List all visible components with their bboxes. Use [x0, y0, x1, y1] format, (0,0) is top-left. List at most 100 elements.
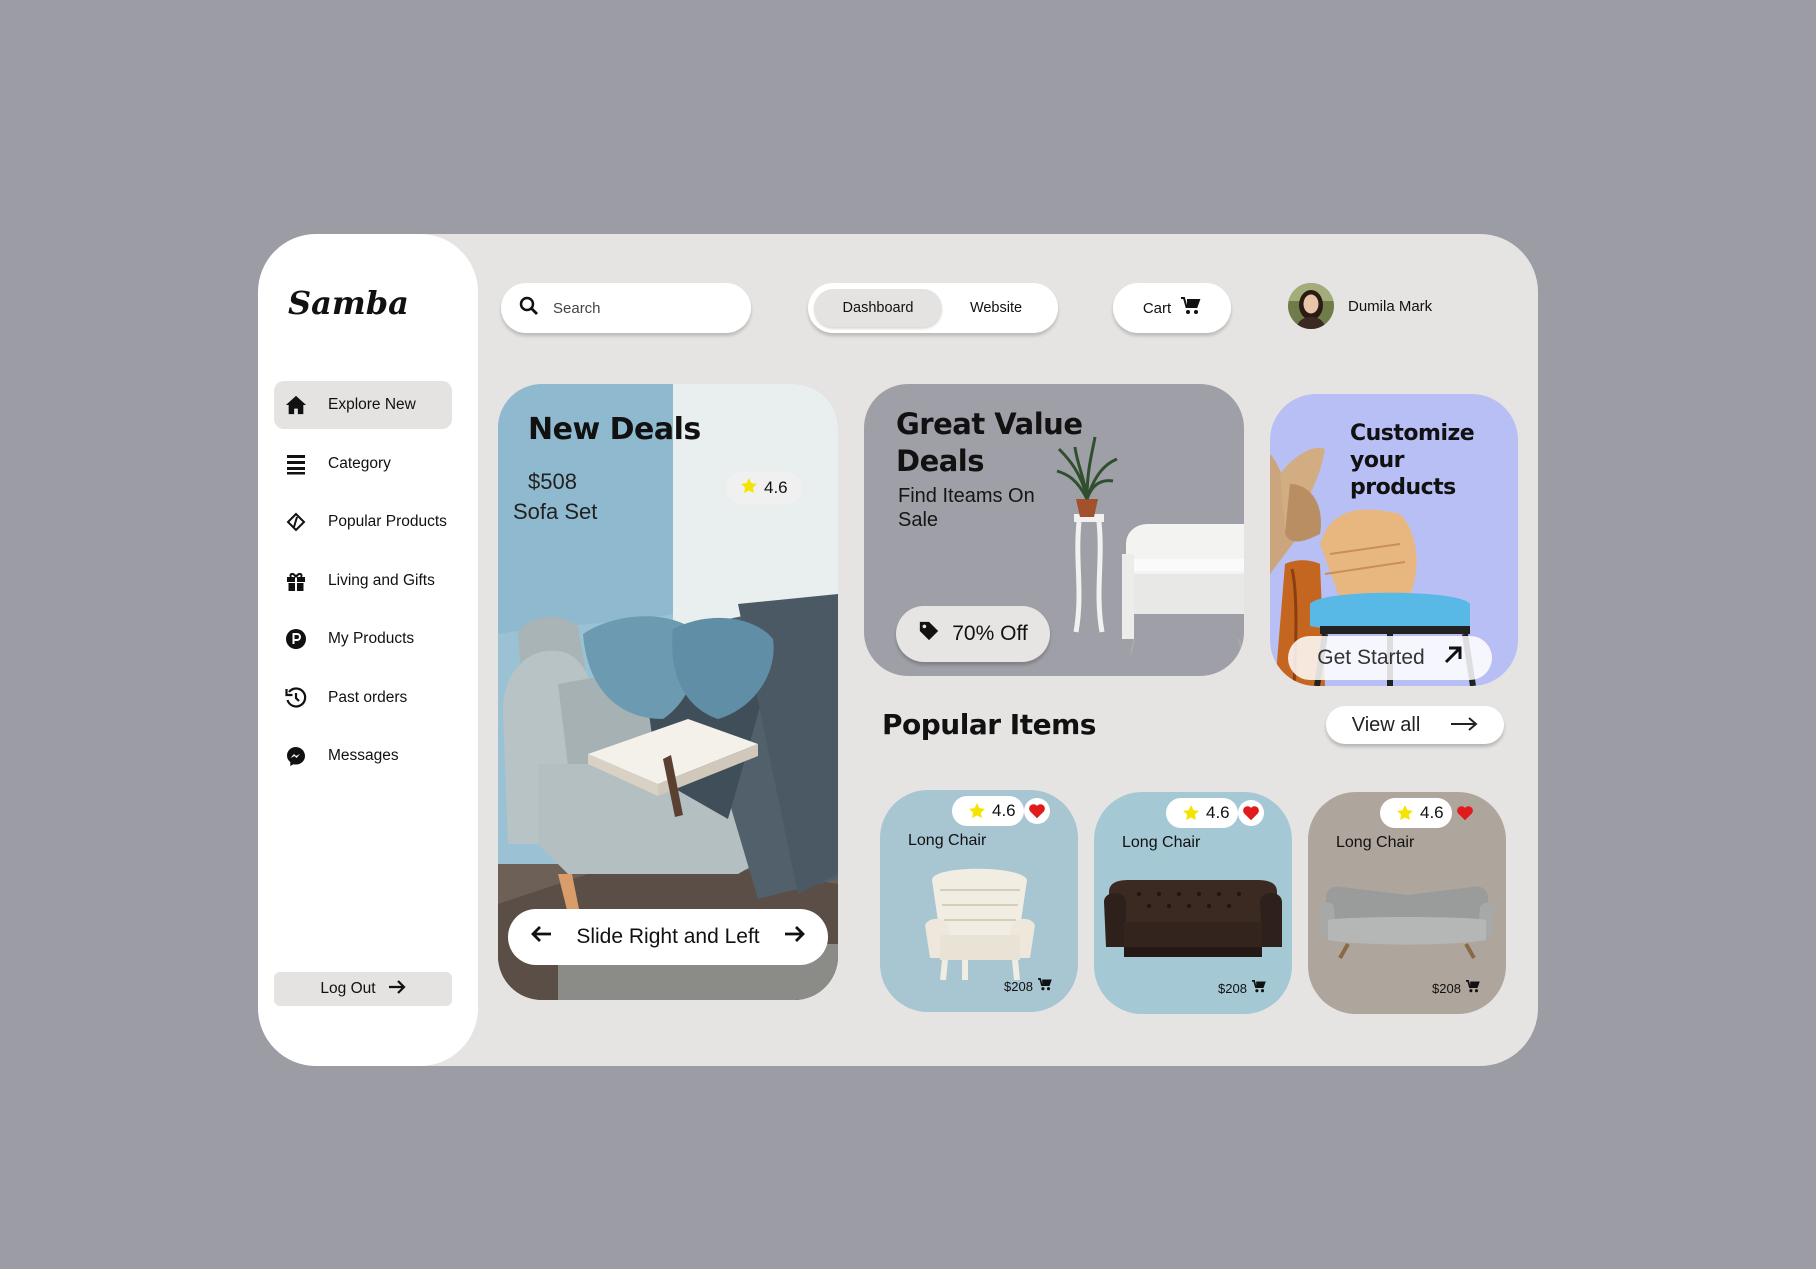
product-price: $208 — [1432, 980, 1480, 996]
cart-icon[interactable] — [1037, 978, 1052, 994]
deal-subtitle-line1: Find Iteams On — [898, 485, 1035, 507]
sidebar-item-label: Messages — [328, 747, 399, 764]
price-value: $208 — [1218, 980, 1247, 996]
home-icon — [284, 393, 308, 417]
slider-control[interactable]: Slide Right and Left — [508, 909, 828, 965]
popular-items-title: Popular Items — [882, 708, 1096, 741]
list-icon — [284, 452, 308, 476]
arrow-up-right-icon — [1443, 645, 1463, 671]
sidebar-item-label: Living and Gifts — [328, 571, 435, 589]
discount-label: 70% Off — [952, 622, 1028, 645]
arrow-left-icon[interactable] — [530, 925, 552, 949]
customize-line1: Customize — [1350, 421, 1475, 446]
view-all-label: View all — [1351, 713, 1421, 736]
user-profile[interactable]: Dumila Mark — [1288, 283, 1432, 329]
customize-card[interactable]: Customize your products Get Started — [1270, 394, 1518, 686]
customize-title: Customize your products — [1350, 420, 1475, 501]
rating-value: 4.6 — [1206, 803, 1230, 822]
sidebar-item-living-and-gifts[interactable]: Living and Gifts — [274, 557, 452, 605]
cart-icon[interactable] — [1251, 980, 1266, 996]
product-card[interactable]: 4.6 Long Chair $208 — [1308, 792, 1506, 1014]
rating-badge: 4.6 — [1380, 798, 1452, 828]
customize-line3: products — [1350, 475, 1456, 500]
chesterfield-sofa-image — [1104, 880, 1282, 957]
sidebar-item-label: Past orders — [328, 688, 408, 706]
rating-badge: 4.6 — [1166, 798, 1238, 828]
product-price: $208 — [1218, 980, 1266, 996]
diamond-code-icon — [284, 510, 308, 534]
logout-label: Log Out — [320, 980, 376, 997]
deal-subtitle-line2: Sale — [898, 509, 939, 531]
p-circle-icon — [284, 627, 308, 651]
arrow-right-icon — [1450, 714, 1478, 737]
product-price: $208 — [1004, 978, 1052, 994]
deal-title-line1: Great Value — [896, 407, 1083, 441]
cart-icon[interactable] — [1465, 980, 1480, 996]
price-value: $208 — [1004, 978, 1033, 994]
logout-button[interactable]: Log Out — [274, 972, 452, 1006]
search-input[interactable] — [551, 298, 735, 318]
tab-dashboard[interactable]: Dashboard — [814, 289, 942, 327]
product-name: Long Chair — [1122, 834, 1201, 851]
product-name: Long Chair — [1336, 834, 1415, 851]
view-all-button[interactable]: View all — [1326, 706, 1504, 744]
gift-icon — [284, 569, 308, 593]
modern-sofa-image — [1320, 886, 1494, 959]
sidebar-item-label: Category — [328, 454, 391, 472]
product-card[interactable]: 4.6 Long Chair $208 — [880, 790, 1078, 1012]
sidebar-item-popular-products[interactable]: Popular Products — [274, 498, 452, 546]
discount-button[interactable]: 70% Off — [896, 606, 1050, 662]
tag-icon — [918, 620, 940, 648]
search-bar[interactable] — [501, 283, 751, 333]
star-icon — [740, 477, 758, 500]
new-deals-card[interactable]: New Deals $508 Sofa Set 4.6 Slide Right … — [498, 384, 838, 1000]
sidebar-item-label: My Products — [328, 630, 415, 647]
app-window: Samba Explore New Category Popular Produ… — [258, 234, 1538, 1066]
rating-value: 4.6 — [1420, 803, 1444, 822]
avatar[interactable] — [1288, 283, 1334, 329]
price-value: $208 — [1432, 980, 1461, 996]
hero-title: New Deals — [528, 412, 701, 447]
sidebar-item-label: Popular Products — [328, 513, 447, 530]
customize-line2: your — [1350, 448, 1404, 473]
rating-badge: 4.6 — [952, 796, 1024, 826]
cart-label: Cart — [1142, 299, 1172, 317]
sidebar-item-messages[interactable]: Messages — [274, 732, 452, 780]
history-icon — [284, 686, 308, 710]
product-name: Long Chair — [908, 832, 987, 849]
hero-product-name: Sofa Set — [513, 499, 598, 524]
great-value-deals-card[interactable]: Great Value Deals Find Iteams On Sale 70… — [864, 384, 1244, 676]
cart-button[interactable]: Cart — [1113, 283, 1231, 333]
product-card[interactable]: 4.6 Long Chair $208 — [1094, 792, 1292, 1014]
tab-website[interactable]: Website — [942, 289, 1050, 327]
armchair-image — [925, 868, 1035, 980]
arrow-right-icon[interactable] — [784, 925, 806, 949]
brand-logo[interactable]: Samba — [288, 284, 409, 322]
search-icon — [519, 296, 539, 321]
hero-price: $508 — [528, 469, 577, 494]
view-toggle: Dashboard Website — [808, 283, 1058, 333]
sidebar-item-category[interactable]: Category — [274, 440, 452, 488]
arrow-right-icon — [388, 979, 406, 999]
sidebar-nav: Explore New Category Popular Products Li… — [274, 381, 452, 791]
get-started-button[interactable]: Get Started — [1288, 636, 1492, 680]
get-started-label: Get Started — [1317, 646, 1425, 669]
cart-icon — [1181, 297, 1201, 319]
rating-value: 4.6 — [992, 801, 1016, 820]
sidebar-item-my-products[interactable]: My Products — [274, 615, 452, 663]
heart-icon[interactable] — [1452, 800, 1478, 826]
messenger-icon — [284, 744, 308, 768]
star-icon — [1183, 805, 1199, 821]
rating-badge: 4.6 — [726, 472, 802, 504]
user-name: Dumila Mark — [1348, 297, 1433, 315]
rating-value: 4.6 — [764, 478, 788, 497]
deal-title: Great Value Deals — [896, 406, 1083, 480]
sidebar: Samba Explore New Category Popular Produ… — [258, 234, 478, 1066]
sidebar-item-past-orders[interactable]: Past orders — [274, 674, 452, 722]
sidebar-item-explore-new[interactable]: Explore New — [274, 381, 452, 429]
heart-icon[interactable] — [1238, 800, 1264, 826]
sidebar-item-label: Explore New — [328, 396, 416, 413]
deal-subtitle: Find Iteams On Sale — [898, 484, 1035, 532]
heart-icon[interactable] — [1024, 798, 1050, 824]
star-icon — [969, 803, 985, 819]
